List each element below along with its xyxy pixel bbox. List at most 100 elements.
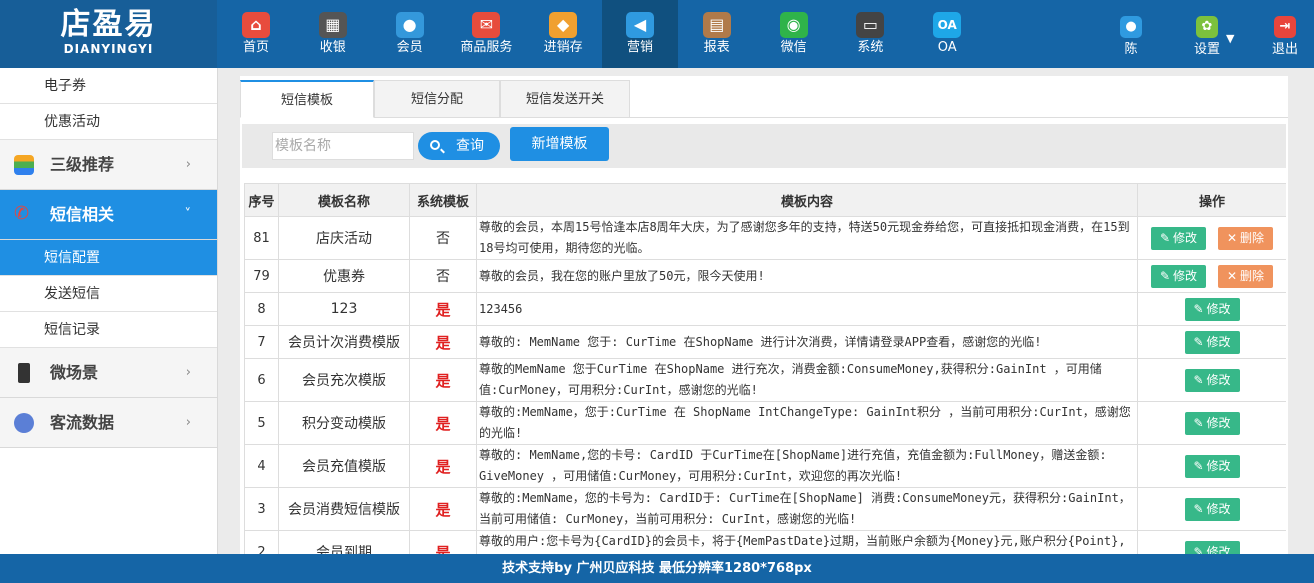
delete-button[interactable]: ✕ 删除	[1218, 226, 1273, 250]
row-system-flag: 是	[409, 487, 477, 531]
nav-item-home[interactable]: ⌂ 首页	[218, 0, 294, 68]
chevron-right-icon: ›	[185, 415, 191, 430]
delete-button[interactable]: ✕ 删除	[1218, 264, 1273, 288]
row-system-flag: 是	[409, 444, 477, 488]
edit-button[interactable]: ✎ 修改	[1184, 330, 1240, 354]
row-template-name: 123	[278, 292, 410, 326]
row-system-flag: 是	[409, 292, 477, 326]
edit-button[interactable]: ✎ 修改	[1184, 368, 1240, 392]
row-action-group: ✎ 修改	[1138, 411, 1286, 435]
table-row: 3 会员消费短信模版是尊敬的:MemName，您的卡号为: CardID于: Cu…	[244, 487, 1286, 531]
sidebar-category-label: 短信相关	[50, 205, 115, 224]
sidebar-item-label: 电子券	[44, 78, 86, 94]
row-template-name: 会员计次消费模版	[278, 325, 410, 359]
sidebar-category-tiered-referral[interactable]: 三级推荐 ›	[0, 140, 217, 190]
nav-item-wechat[interactable]: ◉ 微信	[756, 0, 832, 68]
table-row: 7 会员计次消费模版是尊敬的: MemName 您于: CurTime 在Shop…	[244, 325, 1286, 359]
sidebar-item-e-coupon[interactable]: 电子券	[0, 68, 217, 104]
tab-sms-send-switch[interactable]: 短信发送开关	[500, 80, 630, 118]
edit-button[interactable]: ✎ 修改	[1184, 411, 1240, 435]
logout-icon: ⇥	[1274, 16, 1296, 38]
edit-button[interactable]: ✎ 修改	[1184, 297, 1240, 321]
row-action-group: ✎ 修改	[1138, 297, 1286, 321]
sidebar-category-traffic-data[interactable]: 客流数据 ›	[0, 398, 217, 448]
sidebar-category-micro-scene[interactable]: 微场景 ›	[0, 348, 217, 398]
row-template-content: 尊敬的: MemName 您于: CurTime 在ShopName 进行计次消…	[476, 325, 1138, 359]
table-row: 5 积分变动模版是尊敬的:MemName，您于:CurTime 在 ShopNam…	[244, 401, 1286, 445]
logo-text-cn: 店盈易	[60, 7, 157, 42]
nav-item-user[interactable]: ● 陈	[1096, 0, 1166, 68]
add-template-button[interactable]: 新增模板	[510, 127, 609, 161]
pencil-icon: ✎	[1193, 458, 1204, 473]
pencil-icon: ✎	[1193, 372, 1204, 387]
edit-button-label: 修改	[1173, 268, 1198, 283]
nav-item-settings[interactable]: ✿ 设置 ▼	[1172, 0, 1242, 68]
sidebar-category-label: 三级推荐	[50, 155, 115, 174]
edit-button-label: 修改	[1173, 230, 1198, 245]
pencil-icon: ✎	[1193, 415, 1204, 430]
nav-item-inventory[interactable]: ◆ 进销存	[525, 0, 601, 68]
row-template-name: 会员充值模版	[278, 444, 410, 488]
nav-item-label: 商品服务	[460, 40, 513, 55]
sidebar-item-promotion[interactable]: 优惠活动	[0, 104, 217, 140]
row-system-flag: 是	[409, 401, 477, 445]
column-header-actions: 操作	[1137, 183, 1286, 217]
row-actions: ✎ 修改 ✕ 删除	[1137, 216, 1286, 260]
edit-button[interactable]: ✎ 修改	[1184, 540, 1240, 555]
nav-item-member[interactable]: ● 会员	[372, 0, 448, 68]
row-actions: ✎ 修改	[1137, 325, 1286, 359]
sidebar-category-label: 微场景	[50, 363, 99, 382]
sidebar-item-sms-records[interactable]: 短信记录	[0, 312, 217, 348]
row-template-name: 店庆活动	[278, 216, 410, 260]
row-template-content: 123456	[476, 292, 1138, 326]
content-panel: 短信模板 短信分配 短信发送开关 查询 新增模板 序号 模板名称	[240, 76, 1288, 554]
nav-item-logout[interactable]: ⇥ 退出	[1250, 0, 1314, 68]
sidebar-item-label: 短信配置	[44, 250, 100, 266]
delete-button-label: 删除	[1240, 230, 1265, 245]
nav-item-label: 陈	[1124, 42, 1138, 57]
home-icon: ⌂	[242, 12, 270, 38]
row-action-group: ✎ 修改	[1138, 330, 1286, 354]
tab-sms-templates[interactable]: 短信模板	[240, 80, 374, 118]
edit-button-label: 修改	[1206, 501, 1231, 516]
row-template-name: 会员消费短信模版	[278, 487, 410, 531]
sidebar: 电子券 优惠活动 三级推荐 › ✆ 短信相关 ˅ 短信配置 发送短信 短信记录 …	[0, 68, 218, 554]
search-bar: 查询 新增模板	[242, 124, 1286, 168]
monitor-icon: ▭	[856, 12, 885, 38]
nav-item-oa[interactable]: OA OA	[909, 0, 985, 68]
logo-text-en: DIANYINGYI	[63, 42, 154, 56]
nav-item-label: 首页	[242, 40, 269, 55]
row-template-content: 尊敬的: MemName,您的卡号: CardID 于CurTime在[Shop…	[476, 444, 1138, 488]
main-content: 短信模板 短信分配 短信发送开关 查询 新增模板 序号 模板名称	[218, 68, 1314, 554]
logo[interactable]: 店盈易 DIANYINGYI	[0, 0, 217, 68]
row-actions: ✎ 修改	[1137, 530, 1286, 555]
edit-button-label: 修改	[1206, 544, 1231, 555]
edit-button[interactable]: ✎ 修改	[1151, 226, 1206, 250]
query-button[interactable]: 查询	[418, 132, 500, 160]
nav-item-report[interactable]: ▤ 报表	[679, 0, 755, 68]
row-index: 81	[244, 216, 279, 260]
nav-item-monitor[interactable]: ▭ 系统	[832, 0, 908, 68]
edit-button-label: 修改	[1206, 458, 1231, 473]
nav-item-megaphone[interactable]: ◀ 营销	[602, 0, 678, 68]
edit-button-label: 修改	[1206, 372, 1231, 387]
nav-item-cash-register[interactable]: ▦ 收银	[295, 0, 371, 68]
cash-register-icon: ▦	[318, 12, 347, 38]
nav-item-goods-service[interactable]: ✉ 商品服务	[448, 0, 524, 68]
pencil-icon: ✎	[1159, 268, 1171, 283]
edit-button[interactable]: ✎ 修改	[1184, 454, 1240, 478]
edit-button[interactable]: ✎ 修改	[1184, 497, 1240, 521]
sidebar-item-sms-config[interactable]: 短信配置	[0, 240, 217, 276]
tab-bar: 短信模板 短信分配 短信发送开关	[240, 76, 1288, 118]
sidebar-category-sms[interactable]: ✆ 短信相关 ˅	[0, 190, 217, 240]
template-name-input[interactable]	[272, 132, 414, 160]
row-template-name: 会员到期	[278, 530, 410, 554]
row-template-content: 尊敬的会员，本周15号恰逢本店8周年大庆，为了感谢您多年的支持，特送50元现金券…	[476, 216, 1138, 260]
row-index: 5	[244, 401, 279, 445]
sidebar-item-send-sms[interactable]: 发送短信	[0, 276, 217, 312]
search-icon	[430, 140, 440, 150]
tab-sms-allocation[interactable]: 短信分配	[374, 80, 500, 118]
edit-button[interactable]: ✎ 修改	[1151, 264, 1206, 288]
pencil-icon: ✎	[1193, 301, 1204, 316]
phone-icon: ✆	[14, 203, 30, 224]
